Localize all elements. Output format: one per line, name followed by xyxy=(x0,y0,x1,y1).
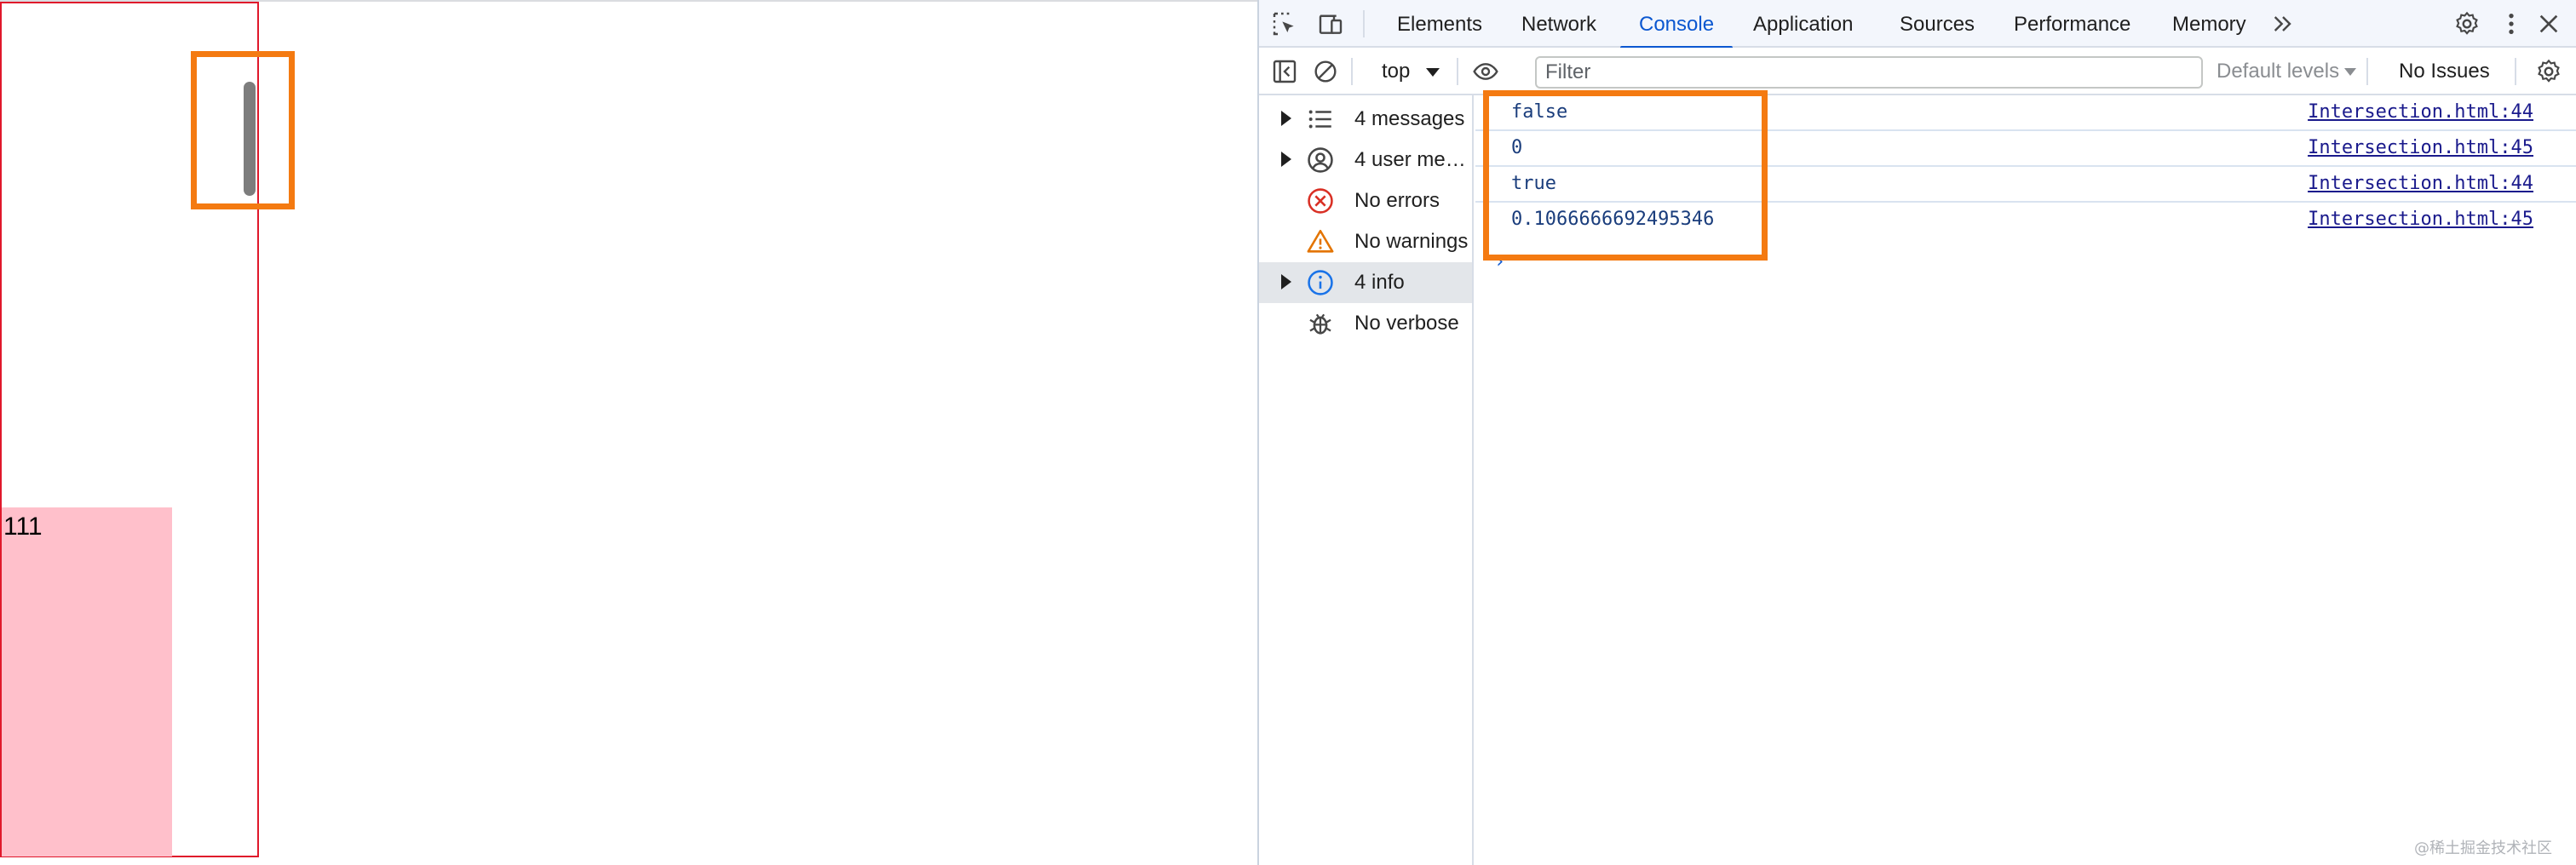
watermark: @稀土掘金技术社区 xyxy=(2414,839,2552,857)
console-toolbar: top Default levels No Issues xyxy=(1259,48,2576,95)
tab-performance[interactable]: Performance xyxy=(2014,0,2130,48)
sidebar-toggle-icon[interactable] xyxy=(1269,56,1300,87)
toolbar-separator xyxy=(1351,58,1353,85)
double-chevron-right-icon[interactable] xyxy=(2268,9,2298,39)
expand-arrow-icon[interactable] xyxy=(1281,152,1291,167)
context-selector[interactable]: top xyxy=(1382,48,1410,95)
expand-arrow-icon[interactable] xyxy=(1281,274,1291,289)
sidebar-item-label: 4 info xyxy=(1354,271,1405,294)
sidebar-item-errors[interactable]: No errors xyxy=(1259,180,1472,221)
sidebar-item-messages[interactable]: 4 messages xyxy=(1259,99,1472,140)
inspect-element-icon[interactable] xyxy=(1269,9,1300,39)
sidebar-item-user-messages[interactable]: 4 user me… xyxy=(1259,140,1472,180)
eye-icon[interactable] xyxy=(1470,56,1501,87)
sidebar-item-warnings[interactable]: No warnings xyxy=(1259,221,1472,262)
devtools-tab-bar: Elements Network Console Application Sou… xyxy=(1259,0,2576,49)
toolbar-separator xyxy=(2515,58,2516,85)
sidebar-item-label: 4 messages xyxy=(1354,107,1465,130)
bug-icon xyxy=(1305,308,1336,339)
devtools-panel: Elements Network Console Application Sou… xyxy=(1257,0,2576,865)
log-levels-dropdown[interactable]: Default levels xyxy=(2217,48,2339,95)
clear-console-icon[interactable] xyxy=(1310,56,1341,87)
list-icon xyxy=(1305,104,1336,135)
tab-separator xyxy=(1363,10,1365,37)
sidebar-item-label: No verbose xyxy=(1354,312,1459,335)
page-viewport: 111 xyxy=(0,0,1257,865)
close-icon[interactable] xyxy=(2533,9,2564,39)
error-icon xyxy=(1305,186,1336,216)
more-options-icon[interactable] xyxy=(2496,9,2527,39)
sidebar-item-label: No warnings xyxy=(1354,230,1469,253)
console-message-source-link[interactable]: Intersection.html:45 xyxy=(2308,131,2533,165)
tab-sources[interactable]: Sources xyxy=(1900,0,1975,48)
sidebar-item-verbose[interactable]: No verbose xyxy=(1259,303,1472,344)
tab-console[interactable]: Console xyxy=(1619,0,1734,49)
device-toolbar-icon[interactable] xyxy=(1315,9,1346,39)
context-dropdown-icon[interactable] xyxy=(1426,68,1440,77)
console-message-source-link[interactable]: Intersection.html:45 xyxy=(2308,203,2533,237)
console-sidebar: 4 messages 4 user me… No errors No warni… xyxy=(1259,95,1474,865)
info-icon xyxy=(1305,267,1336,298)
issues-counter[interactable]: No Issues xyxy=(2399,48,2490,95)
console-message-source-link[interactable]: Intersection.html:44 xyxy=(2308,167,2533,201)
toolbar-separator xyxy=(2366,58,2368,85)
console-message-source-link[interactable]: Intersection.html:44 xyxy=(2308,95,2533,129)
observed-target-box: 111 xyxy=(2,507,172,856)
settings-gear-icon[interactable] xyxy=(2452,9,2482,39)
console-settings-gear-icon[interactable] xyxy=(2533,56,2564,87)
target-text: 111 xyxy=(3,513,43,541)
sidebar-item-label: No errors xyxy=(1354,189,1440,212)
levels-dropdown-icon[interactable] xyxy=(2344,68,2356,76)
tab-elements[interactable]: Elements xyxy=(1397,0,1482,48)
sidebar-item-info[interactable]: 4 info xyxy=(1259,262,1472,303)
tab-application[interactable]: Application xyxy=(1753,0,1853,48)
scrollbar-highlight-annotation xyxy=(191,51,295,209)
user-circle-icon xyxy=(1305,145,1336,175)
filter-input[interactable] xyxy=(1535,56,2203,89)
tab-network[interactable]: Network xyxy=(1521,0,1596,48)
sidebar-item-label: 4 user me… xyxy=(1354,148,1466,171)
expand-arrow-icon[interactable] xyxy=(1281,111,1291,126)
tab-memory[interactable]: Memory xyxy=(2172,0,2246,48)
warning-icon xyxy=(1305,226,1336,257)
console-highlight-annotation xyxy=(1483,90,1768,261)
toolbar-separator xyxy=(1457,58,1458,85)
